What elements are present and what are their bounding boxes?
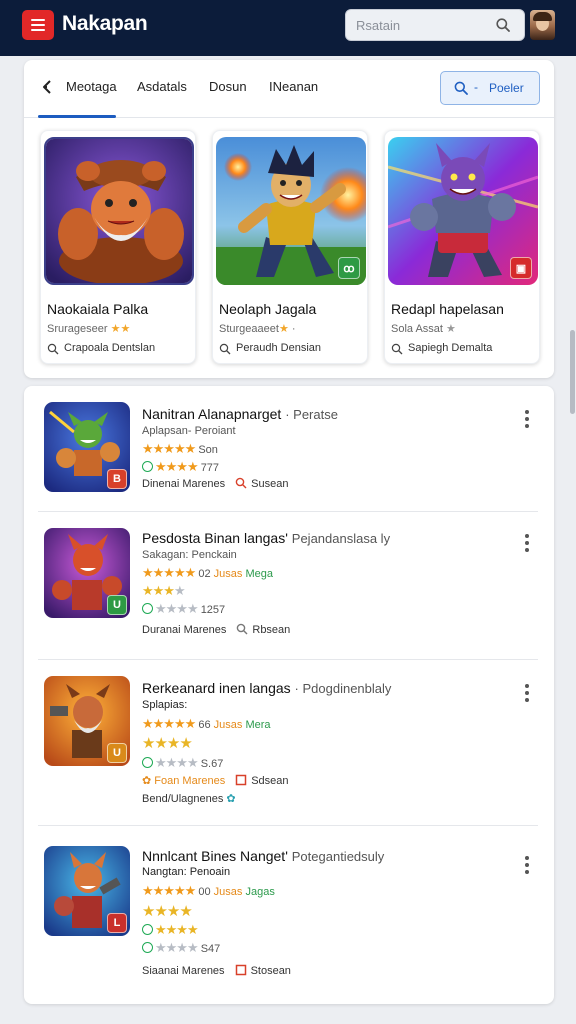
search-icon xyxy=(454,81,468,95)
game-subtitle: Sakagan: Penckain xyxy=(142,549,237,561)
verified-icon xyxy=(142,461,153,472)
user-icon xyxy=(219,343,231,355)
tab-bar: Meotaga Asdatals Dosun INeanan - Poeler xyxy=(24,60,554,118)
platform-badge: L xyxy=(107,913,127,933)
verified-icon xyxy=(142,757,153,768)
star-rating: ★★ xyxy=(110,323,131,335)
more-options-icon[interactable] xyxy=(524,410,530,428)
game-title: Nnnlcant Bines Nanget' Potegantiedsuly xyxy=(142,848,385,864)
red-imp-art: U xyxy=(44,528,130,618)
platform-badge: U xyxy=(107,743,127,763)
featured-meta: Srurageseer ★★ xyxy=(47,323,131,335)
search-icon xyxy=(235,477,247,489)
search-icon xyxy=(237,623,248,635)
user-icon xyxy=(391,343,403,355)
star-rating: ★★★★★ xyxy=(142,565,196,580)
rating-row: ★★★★★ Son xyxy=(142,441,218,456)
search-bar[interactable] xyxy=(345,9,525,41)
verified-icon xyxy=(142,603,153,614)
featured-title: Redapl hapelasan xyxy=(391,301,504,317)
star-rating: ★ xyxy=(278,323,289,335)
star-rating: ★★★★★ xyxy=(142,883,196,898)
shield-icon xyxy=(235,774,247,786)
active-tab-indicator xyxy=(38,115,116,118)
featured-section: Meotaga Asdatals Dosun INeanan - Poeler xyxy=(24,60,554,378)
rating-row: ★★★★ xyxy=(142,735,193,752)
game-subtitle: Nangtan: Penoain xyxy=(142,866,231,878)
more-options-icon[interactable] xyxy=(524,534,530,552)
rating-row: ★★★★ S47 xyxy=(142,940,220,956)
robot-wolf-art: ▣ xyxy=(388,137,538,285)
star-rating: ★★★★★ xyxy=(142,716,196,731)
developer-row: Dinenai Marenes Susean xyxy=(142,477,289,490)
tab-asdatals[interactable]: Asdatals xyxy=(137,79,187,94)
goblin-warrior-art: B xyxy=(44,402,130,492)
tab-dosun[interactable]: Dosun xyxy=(209,79,247,94)
featured-meta: Sola Assat ★ xyxy=(391,323,456,335)
tab-ineanan[interactable]: INeanan xyxy=(269,79,318,94)
category-row: Bend/Ulagnenes ✿ xyxy=(142,793,236,805)
more-options-icon[interactable] xyxy=(524,684,530,702)
rating-row: ★★★★★ 66 Jusas Mera xyxy=(142,716,271,731)
list-item[interactable]: B Nanitran Alanapnarget · Peratse Aplaps… xyxy=(24,386,554,512)
platform-badge: U xyxy=(107,595,127,615)
featured-title: Neolaph Jagala xyxy=(219,301,317,317)
rating-row: ★★★★ xyxy=(142,583,186,598)
rating-row: ★★★★ xyxy=(142,903,193,920)
game-list: B Nanitran Alanapnarget · Peratse Aplaps… xyxy=(24,386,554,1004)
platform-badge: ꝏ xyxy=(338,257,360,279)
featured-developer: Sapiegh Demalta xyxy=(408,342,493,354)
featured-game-card[interactable]: Naokaiala Palka Srurageseer ★★ Crapoala … xyxy=(40,130,196,364)
verified-icon xyxy=(142,924,153,935)
shield-icon xyxy=(235,964,246,976)
game-subtitle: Splapias: xyxy=(142,699,188,711)
rating-row: ★★★★ 777 xyxy=(142,459,219,475)
rating-row: ★★★★ xyxy=(142,922,199,938)
list-item[interactable]: U Pesdosta Binan langas' Pejandanslasa l… xyxy=(24,512,554,660)
star-rating: ★★★★★ xyxy=(142,441,196,456)
filter-label: Poeler xyxy=(489,81,524,95)
game-subtitle: Aplapsan- Peroiant xyxy=(142,425,236,437)
featured-developer: Crapoala Dentslan xyxy=(64,342,156,354)
game-title: Nanitran Alanapnarget · Peratse xyxy=(142,406,338,422)
featured-developer: Peraudh Densian xyxy=(236,342,322,354)
list-item[interactable]: L Nnnlcant Bines Nanget' Potegantiedsuly… xyxy=(24,826,554,996)
featured-game-card[interactable]: ▣ Redapl hapelasan Sola Assat ★ Sapiegh … xyxy=(384,130,540,364)
user-avatar[interactable] xyxy=(530,10,555,40)
rating-row: ★★★★ S.67 xyxy=(142,755,223,771)
developer-row: Siaanai Marenes Stosean xyxy=(142,964,291,977)
back-arrow-icon[interactable] xyxy=(40,78,58,96)
platform-badge: B xyxy=(107,469,127,489)
featured-meta: Sturgeaaeet★ · xyxy=(219,323,296,335)
top-app-bar: Nakapan xyxy=(0,0,576,56)
fire-warrior-art: ꝏ xyxy=(216,137,366,285)
tab-meotaga[interactable]: Meotaga xyxy=(66,79,117,94)
list-item[interactable]: U Rerkeanard inen langas · Pdogdinenblal… xyxy=(24,660,554,826)
filter-button[interactable]: - Poeler xyxy=(440,71,540,105)
developer-row: ✿ Foan Marenes Sdsean xyxy=(142,774,289,787)
featured-game-card[interactable]: ꝏ Neolaph Jagala Sturgeaaeet★ · Peraudh … xyxy=(212,130,368,364)
featured-title: Naokaiala Palka xyxy=(47,301,149,317)
more-options-icon[interactable] xyxy=(524,856,530,874)
user-icon xyxy=(47,343,59,355)
rating-row: ★★★★★ 02 Jusas Mega xyxy=(142,565,273,580)
bearded-warrior-art: U xyxy=(44,676,130,766)
game-title: Rerkeanard inen langas · Pdogdinenblaly xyxy=(142,680,392,696)
game-title: Pesdosta Binan langas' Pejandanslasa ly xyxy=(142,530,391,546)
verified-icon xyxy=(142,942,153,953)
rating-row: ★★★★ 1257 xyxy=(142,601,225,617)
rating-row: ★★★★★ 00 Jusas Jagas xyxy=(142,883,275,898)
search-input[interactable] xyxy=(356,10,491,40)
star-rating: ★ xyxy=(446,323,456,335)
hamburger-menu-icon[interactable] xyxy=(22,10,54,40)
scrollbar[interactable] xyxy=(570,330,575,414)
app-title: Nakapan xyxy=(62,12,148,35)
developer-row: Duranai Marenes Rbsean xyxy=(142,623,291,636)
armored-fox-art: L xyxy=(44,846,130,936)
search-icon[interactable] xyxy=(496,18,510,32)
platform-badge: ▣ xyxy=(510,257,532,279)
bearded-cowboy-art xyxy=(44,137,194,285)
